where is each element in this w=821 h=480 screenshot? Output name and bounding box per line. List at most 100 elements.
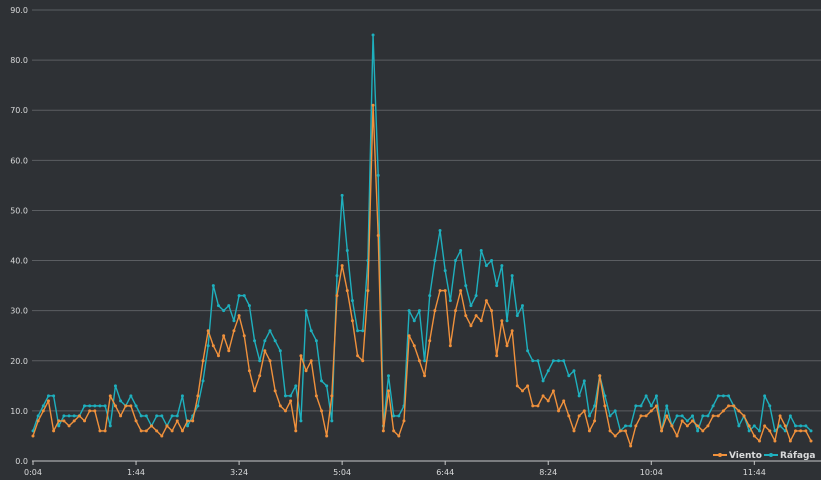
data-point-viento[interactable] xyxy=(706,424,710,428)
data-point-rafaga[interactable] xyxy=(757,429,761,433)
data-point-viento[interactable] xyxy=(211,344,215,348)
data-point-viento[interactable] xyxy=(98,429,102,433)
data-point-viento[interactable] xyxy=(83,419,87,423)
data-point-rafaga[interactable] xyxy=(510,274,514,278)
data-point-rafaga[interactable] xyxy=(36,414,40,418)
data-point-viento[interactable] xyxy=(794,429,798,433)
data-point-viento[interactable] xyxy=(283,409,287,413)
data-point-rafaga[interactable] xyxy=(258,359,262,363)
data-point-viento[interactable] xyxy=(510,329,514,333)
data-point-rafaga[interactable] xyxy=(376,173,380,177)
data-point-rafaga[interactable] xyxy=(371,33,375,37)
data-point-viento[interactable] xyxy=(675,434,679,438)
data-point-viento[interactable] xyxy=(500,319,504,323)
data-point-viento[interactable] xyxy=(448,344,452,348)
data-point-viento[interactable] xyxy=(711,414,715,418)
data-point-viento[interactable] xyxy=(36,419,40,423)
data-point-viento[interactable] xyxy=(304,369,308,373)
data-point-viento[interactable] xyxy=(335,294,339,298)
data-point-viento[interactable] xyxy=(191,419,195,423)
data-point-rafaga[interactable] xyxy=(788,414,792,418)
data-point-rafaga[interactable] xyxy=(170,414,174,418)
data-point-viento[interactable] xyxy=(232,329,236,333)
data-point-rafaga[interactable] xyxy=(52,394,56,398)
data-point-rafaga[interactable] xyxy=(273,339,277,343)
data-point-rafaga[interactable] xyxy=(804,424,808,428)
data-point-rafaga[interactable] xyxy=(67,414,71,418)
data-point-viento[interactable] xyxy=(392,429,396,433)
data-point-viento[interactable] xyxy=(253,389,257,393)
data-point-rafaga[interactable] xyxy=(691,414,694,418)
data-point-viento[interactable] xyxy=(515,384,519,388)
data-point-rafaga[interactable] xyxy=(134,404,138,408)
data-point-viento[interactable] xyxy=(541,394,545,398)
data-point-rafaga[interactable] xyxy=(644,394,648,398)
data-point-viento[interactable] xyxy=(562,399,566,403)
data-point-viento[interactable] xyxy=(175,419,179,423)
legend[interactable]: Viento Ráfaga xyxy=(713,451,816,461)
data-point-rafaga[interactable] xyxy=(227,304,231,308)
data-point-rafaga[interactable] xyxy=(768,404,772,408)
data-point-viento[interactable] xyxy=(773,439,777,443)
data-point-rafaga[interactable] xyxy=(665,404,669,408)
data-point-rafaga[interactable] xyxy=(464,284,468,288)
data-point-viento[interactable] xyxy=(356,354,360,358)
data-point-viento[interactable] xyxy=(670,424,674,428)
data-point-rafaga[interactable] xyxy=(253,339,257,343)
data-point-viento[interactable] xyxy=(186,419,190,423)
data-point-rafaga[interactable] xyxy=(763,394,767,398)
data-point-viento[interactable] xyxy=(572,429,576,433)
data-point-viento[interactable] xyxy=(160,434,164,438)
data-point-viento[interactable] xyxy=(330,394,334,398)
data-point-viento[interactable] xyxy=(479,319,483,323)
data-point-rafaga[interactable] xyxy=(180,394,184,398)
data-point-rafaga[interactable] xyxy=(716,394,720,398)
data-point-rafaga[interactable] xyxy=(495,284,499,288)
data-point-rafaga[interactable] xyxy=(397,414,401,418)
data-point-viento[interactable] xyxy=(119,414,123,418)
data-point-viento[interactable] xyxy=(783,424,787,428)
data-point-viento[interactable] xyxy=(721,409,725,413)
data-point-rafaga[interactable] xyxy=(531,359,535,363)
data-point-viento[interactable] xyxy=(412,344,416,348)
data-point-viento[interactable] xyxy=(474,314,478,318)
data-point-rafaga[interactable] xyxy=(304,309,308,313)
data-point-rafaga[interactable] xyxy=(505,319,509,323)
data-point-viento[interactable] xyxy=(263,349,267,353)
data-point-viento[interactable] xyxy=(155,429,159,433)
data-point-viento[interactable] xyxy=(551,389,555,393)
data-point-rafaga[interactable] xyxy=(572,369,576,373)
data-point-rafaga[interactable] xyxy=(417,309,421,313)
data-point-viento[interactable] xyxy=(799,429,803,433)
data-point-viento[interactable] xyxy=(438,289,442,293)
data-point-viento[interactable] xyxy=(170,429,174,433)
data-point-viento[interactable] xyxy=(520,389,524,393)
data-point-rafaga[interactable] xyxy=(83,404,87,408)
data-point-rafaga[interactable] xyxy=(551,359,555,363)
data-point-viento[interactable] xyxy=(629,444,633,448)
data-point-viento[interactable] xyxy=(593,419,597,423)
data-point-rafaga[interactable] xyxy=(335,274,339,278)
data-point-viento[interactable] xyxy=(150,424,153,428)
data-point-rafaga[interactable] xyxy=(88,404,92,408)
data-point-viento[interactable] xyxy=(531,404,535,408)
data-point-viento[interactable] xyxy=(701,429,705,433)
data-point-rafaga[interactable] xyxy=(624,424,628,428)
data-point-rafaga[interactable] xyxy=(536,359,540,363)
data-point-viento[interactable] xyxy=(654,404,658,408)
data-point-viento[interactable] xyxy=(433,309,437,313)
data-point-viento[interactable] xyxy=(41,409,45,413)
data-point-viento[interactable] xyxy=(345,289,349,293)
data-point-rafaga[interactable] xyxy=(160,414,164,418)
data-point-rafaga[interactable] xyxy=(113,384,117,388)
data-point-rafaga[interactable] xyxy=(629,424,633,428)
data-point-rafaga[interactable] xyxy=(294,384,298,388)
data-point-rafaga[interactable] xyxy=(412,319,416,323)
data-point-viento[interactable] xyxy=(201,359,205,363)
data-point-viento[interactable] xyxy=(113,404,117,408)
data-point-rafaga[interactable] xyxy=(196,404,200,408)
data-point-rafaga[interactable] xyxy=(129,394,133,398)
data-point-rafaga[interactable] xyxy=(654,394,658,398)
data-point-rafaga[interactable] xyxy=(520,304,524,308)
data-point-rafaga[interactable] xyxy=(46,394,50,398)
